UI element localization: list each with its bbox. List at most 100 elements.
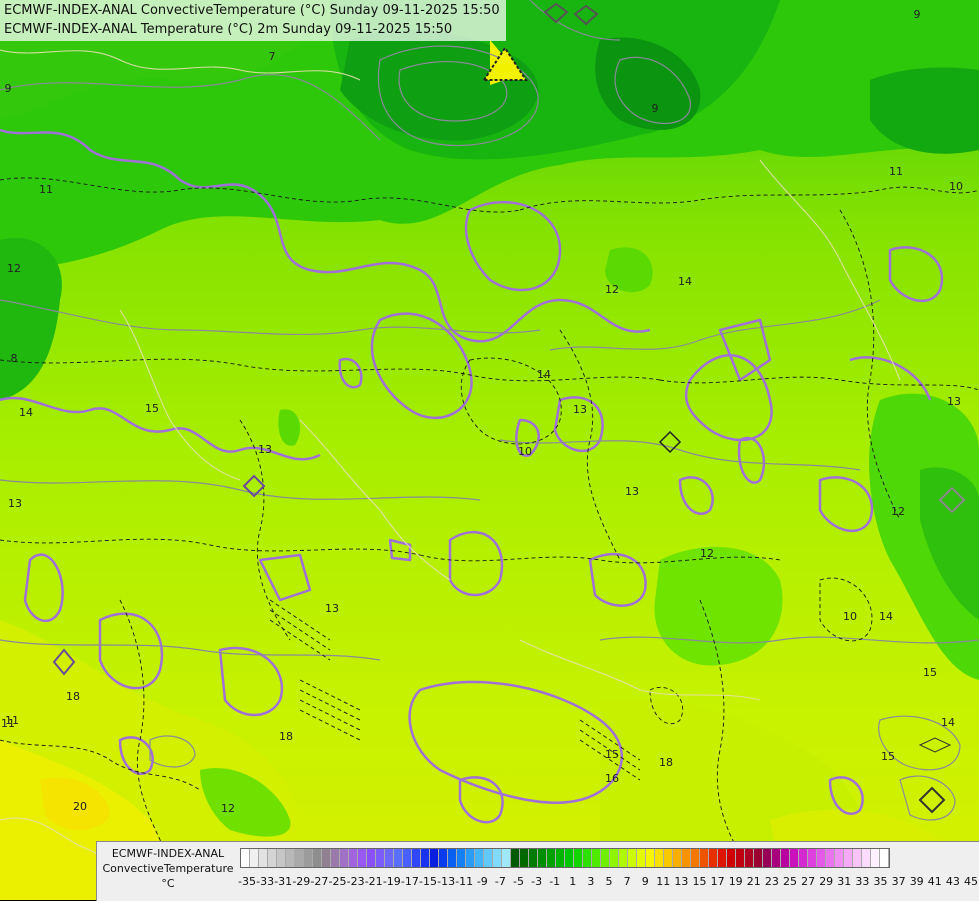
legend-swatch	[493, 849, 502, 867]
legend-swatch	[781, 849, 790, 867]
legend-swatch	[718, 849, 727, 867]
legend-color-scale	[240, 848, 890, 868]
isoline-label: 10	[843, 610, 857, 623]
legend-swatch	[367, 849, 376, 867]
legend-tick-label: 43	[945, 875, 960, 888]
legend-tick-label: 9	[641, 875, 649, 888]
legend-tick-label: -9	[476, 875, 488, 888]
legend-swatch	[358, 849, 367, 867]
legend-swatch	[295, 849, 304, 867]
isoline-label: 15	[605, 748, 619, 761]
legend-swatch	[583, 849, 592, 867]
legend-tick-label: -23	[346, 875, 365, 888]
isoline-label: 18	[279, 730, 293, 743]
legend-swatch	[448, 849, 457, 867]
legend-swatch	[241, 849, 250, 867]
legend-unit: °C	[161, 877, 175, 890]
legend-tick-label: 45	[964, 875, 978, 888]
legend-swatch	[511, 849, 520, 867]
legend-swatch	[880, 849, 889, 867]
isoline-label: 13	[625, 485, 639, 498]
legend-swatch	[376, 849, 385, 867]
legend-swatch	[664, 849, 673, 867]
isoline-label: 10	[518, 445, 532, 458]
legend-swatch	[655, 849, 664, 867]
legend-tick-label: 19	[728, 875, 743, 888]
legend-tick-labels: -35 -33 -31 -29 -27 -25 -23 -21 -19 -17 -15 -13 -11-…	[238, 875, 979, 889]
legend-tick-label: 21	[746, 875, 761, 888]
legend-swatch	[331, 849, 340, 867]
legend-tick-label: -33	[256, 875, 275, 888]
legend-swatch	[691, 849, 700, 867]
legend-tick-label: 41	[927, 875, 942, 888]
legend-tick-label: -15	[419, 875, 437, 888]
legend-swatch	[727, 849, 736, 867]
isoline-label: 16	[605, 772, 619, 785]
legend-swatch	[853, 849, 862, 867]
isoline-label: 15	[881, 750, 895, 763]
legend-swatch	[250, 849, 259, 867]
legend-tick-label: 17	[710, 875, 725, 888]
legend-swatch	[709, 849, 718, 867]
legend-tick-label: -7	[494, 875, 506, 888]
isoline-label: 13	[258, 443, 272, 456]
legend-tick-label: -17	[400, 875, 419, 888]
legend-tick-label: 23	[764, 875, 779, 888]
legend-swatch	[556, 849, 565, 867]
isoline-label: 18	[66, 690, 80, 703]
isoline-label: 8	[11, 352, 18, 365]
isoline-label: 14	[19, 406, 33, 419]
legend-swatch	[619, 849, 628, 867]
legend-swatch	[412, 849, 421, 867]
isoline-label: 12	[605, 283, 619, 296]
legend-tick-label: 15	[692, 875, 707, 888]
isoline-label: 18	[659, 756, 673, 769]
legend-swatch	[754, 849, 763, 867]
legend-tick-label: -31	[274, 875, 293, 888]
legend-swatch	[610, 849, 619, 867]
legend-swatch	[430, 849, 439, 867]
isoline-label: 12	[221, 802, 235, 815]
legend-swatch	[304, 849, 313, 867]
isoline-label: 11	[889, 165, 903, 178]
legend-swatch	[574, 849, 583, 867]
legend-swatch	[799, 849, 808, 867]
legend-swatch	[547, 849, 556, 867]
legend-tick-label: -1	[549, 875, 561, 888]
legend-tick-label: -3	[531, 875, 543, 888]
legend-tick-label: 1	[569, 875, 577, 888]
legend-swatch	[826, 849, 835, 867]
legend-tick-label: -27	[310, 875, 329, 888]
legend-tick-label: 29	[819, 875, 834, 888]
legend-swatch	[871, 849, 880, 867]
isoline-label: 12	[891, 505, 905, 518]
isoline-label: 14	[678, 275, 692, 288]
legend-swatch	[349, 849, 358, 867]
legend-swatch	[862, 849, 871, 867]
isoline-label: 11	[39, 183, 53, 196]
isoline-label: 12	[7, 262, 21, 275]
legend-tick-label: 7	[623, 875, 631, 888]
legend-tick-label: 33	[855, 875, 870, 888]
legend-swatch	[403, 849, 412, 867]
legend-tick-label: 35	[873, 875, 888, 888]
isoline-label: 13	[947, 395, 961, 408]
legend-tick-label: -11	[455, 875, 474, 888]
legend-swatch	[394, 849, 403, 867]
legend-swatch	[385, 849, 394, 867]
legend-tick-label: 5	[605, 875, 613, 888]
weather-map[interactable]: 9 9 9 7 8 11 11 12 12 13 13 14 14 14 15 …	[0, 0, 979, 900]
legend-swatch	[484, 849, 493, 867]
legend-model: ECMWF-INDEX-ANAL	[111, 847, 225, 860]
map-title-temperature: ECMWF-INDEX-ANAL Temperature (°C) 2m Sun…	[4, 22, 453, 37]
isoline-label: 13	[325, 602, 339, 615]
legend-tick-label: 11	[656, 875, 671, 888]
isoline-label: 9	[5, 82, 12, 95]
legend-swatch	[565, 849, 574, 867]
legend-swatch	[700, 849, 709, 867]
isoline-label: 20	[73, 800, 87, 813]
legend-tick-label: 25	[783, 875, 797, 888]
legend-swatch	[772, 849, 781, 867]
legend-tick-label: -19	[382, 875, 401, 888]
legend-swatch	[475, 849, 484, 867]
